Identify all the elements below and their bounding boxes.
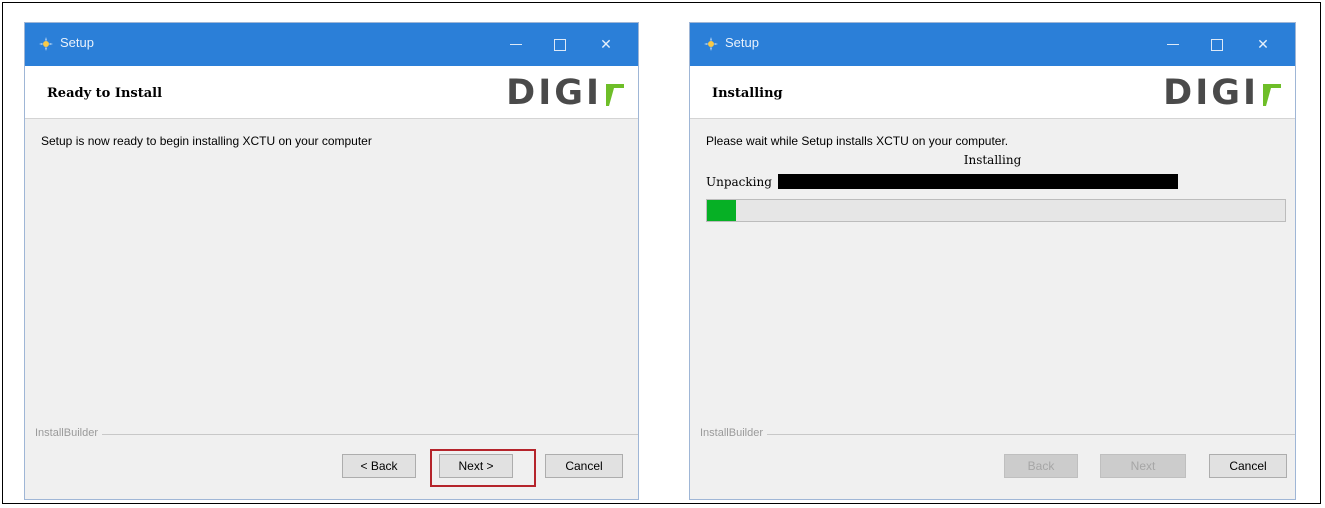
wizard-header: Installing DIGI xyxy=(690,66,1295,119)
setup-window-installing: Setup ✕ Installing DIGI Please wait whil… xyxy=(690,23,1295,499)
back-button[interactable]: Back xyxy=(1004,454,1078,478)
title-bar[interactable]: Setup ✕ xyxy=(25,23,638,66)
wizard-content: Please wait while Setup installs XCTU on… xyxy=(690,119,1295,445)
window-title: Setup xyxy=(725,35,759,50)
body-text: Please wait while Setup installs XCTU on… xyxy=(706,134,1009,148)
cancel-button[interactable]: Cancel xyxy=(545,454,623,478)
title-bar[interactable]: Setup ✕ xyxy=(690,23,1295,66)
cancel-button[interactable]: Cancel xyxy=(1209,454,1287,478)
footer-divider xyxy=(35,434,638,435)
window-title: Setup xyxy=(60,35,94,50)
redacted-path xyxy=(777,174,1178,189)
back-button[interactable]: < Back xyxy=(342,454,416,478)
next-button-highlight xyxy=(430,449,536,487)
logo-text: DIGI xyxy=(1163,73,1259,113)
digi-logo: DIGI xyxy=(506,73,624,113)
installbuilder-label: InstallBuilder xyxy=(700,427,767,439)
footer-divider xyxy=(700,434,1295,435)
setup-app-icon xyxy=(39,37,53,51)
logo-mark-icon xyxy=(1263,84,1281,106)
setup-window-ready: Setup ✕ Ready to Install DIGI Setup is n… xyxy=(25,23,638,499)
wizard-header: Ready to Install DIGI xyxy=(25,66,638,119)
close-icon[interactable]: ✕ xyxy=(1241,23,1285,66)
maximize-icon[interactable] xyxy=(538,23,582,66)
progress-bar xyxy=(706,199,1286,222)
wizard-content: Setup is now ready to begin installing X… xyxy=(25,119,638,445)
next-button[interactable]: Next xyxy=(1100,454,1186,478)
unpack-label: Unpacking xyxy=(706,174,772,189)
logo-mark-icon xyxy=(606,84,624,106)
installbuilder-footer: InstallBuilder xyxy=(35,427,638,441)
setup-app-icon xyxy=(704,37,718,51)
status-text: Installing xyxy=(963,153,1022,167)
installbuilder-footer: InstallBuilder xyxy=(700,427,1295,441)
progress-fill xyxy=(707,200,736,221)
body-text: Setup is now ready to begin installing X… xyxy=(41,134,372,148)
page-title: Installing xyxy=(712,86,783,101)
page-title: Ready to Install xyxy=(47,86,163,101)
maximize-icon[interactable] xyxy=(1195,23,1239,66)
close-icon[interactable]: ✕ xyxy=(584,23,628,66)
unpack-row: Unpacking xyxy=(706,174,1178,189)
digi-logo: DIGI xyxy=(1163,73,1281,113)
minimize-icon[interactable] xyxy=(1151,23,1195,66)
minimize-icon[interactable] xyxy=(494,23,538,66)
logo-text: DIGI xyxy=(506,73,602,113)
installbuilder-label: InstallBuilder xyxy=(35,427,102,439)
